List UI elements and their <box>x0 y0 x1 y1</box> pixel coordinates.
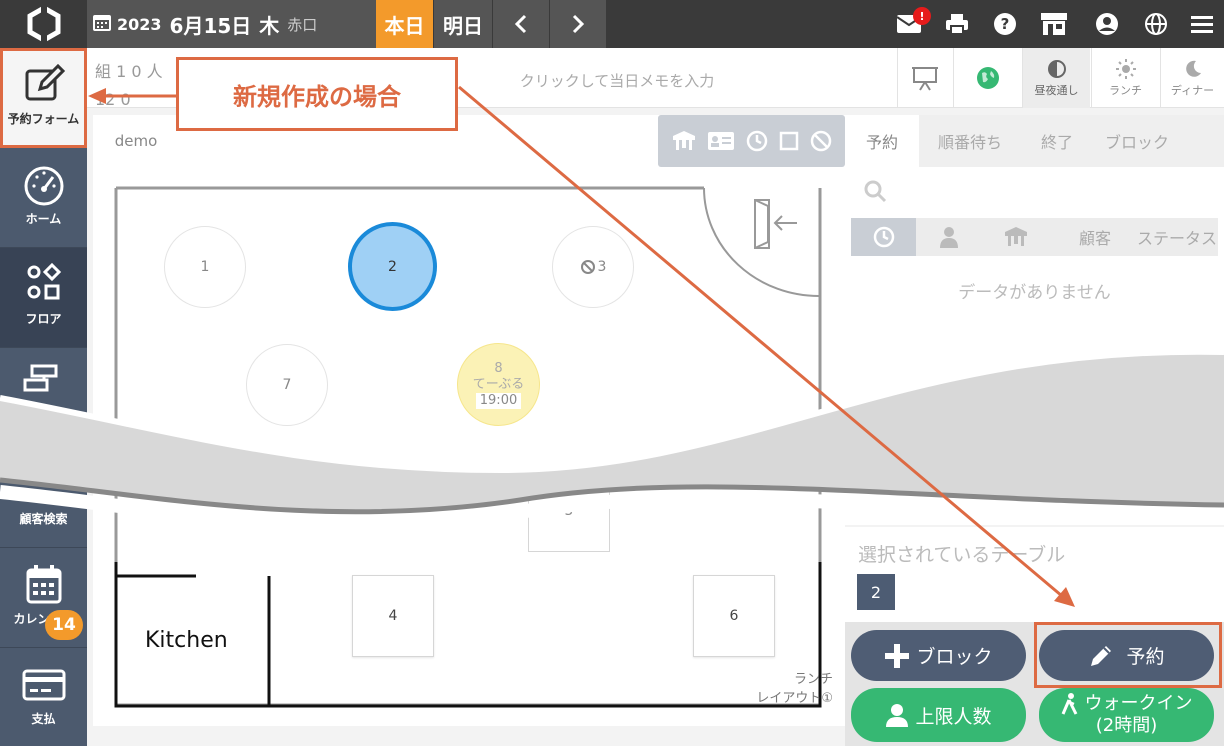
person-icon <box>939 227 958 248</box>
square-icon[interactable] <box>779 131 799 151</box>
selected-table-title: 選択されているテーブル <box>858 544 1066 566</box>
next-day-button[interactable] <box>550 0 606 48</box>
floor-filter-icons <box>658 115 845 167</box>
store-icon[interactable] <box>1040 10 1068 38</box>
printer-icon[interactable] <box>943 10 971 38</box>
prev-day-button[interactable] <box>493 0 549 48</box>
table-icon <box>1005 227 1027 246</box>
payment-count-badge: 14 <box>45 610 83 640</box>
tab-waitlist[interactable]: 順番待ち <box>923 115 1017 167</box>
person-icon <box>886 704 909 727</box>
search-icon <box>864 180 887 203</box>
globe-green-icon <box>976 67 999 89</box>
presentation-board-icon <box>912 67 938 91</box>
sidebar-item-floor[interactable]: フロア <box>0 248 87 348</box>
presentation-mode-button[interactable] <box>897 48 952 108</box>
capacity-limit-button[interactable]: 上限人数 <box>851 688 1026 742</box>
table-icon[interactable] <box>672 130 696 152</box>
sidebar-item-label: 予約フォーム <box>7 112 80 126</box>
tab-finished[interactable]: 終了 <box>1021 115 1093 167</box>
sort-by-time[interactable] <box>851 218 916 256</box>
add-block-button[interactable]: ブロック <box>851 630 1026 681</box>
globe-icon[interactable] <box>1142 10 1170 38</box>
mail-badge: ! <box>913 7 931 25</box>
edit-icon <box>25 63 66 101</box>
empty-list-message: データがありません <box>958 283 1111 303</box>
kitchen-label: Kitchen <box>145 628 228 653</box>
annotation-callout: 新規作成の場合 <box>176 57 458 131</box>
clock-icon <box>873 226 894 248</box>
timeline-icon <box>23 364 58 392</box>
calendar-icon <box>93 13 111 35</box>
table-6[interactable]: 6 <box>693 575 775 657</box>
sort-by-status[interactable]: ステータス <box>1136 218 1218 256</box>
menu-icon[interactable] <box>1188 10 1216 38</box>
sidebar-item-home[interactable]: ホーム <box>0 148 87 248</box>
mode-all-day-button[interactable]: 昼夜通し <box>1022 48 1090 108</box>
sidebar-item-timeline[interactable] <box>0 348 87 448</box>
sun-icon <box>1115 58 1136 79</box>
reserve-button-highlight <box>1034 622 1222 688</box>
credit-card-icon <box>22 669 66 701</box>
app-logo[interactable] <box>0 0 87 48</box>
mode-lunch-button[interactable]: ランチ <box>1091 48 1159 108</box>
moon-icon <box>1185 60 1201 77</box>
sort-by-people[interactable] <box>916 218 981 256</box>
list-tabs: 予約 順番待ち 終了 ブロック <box>845 115 1224 167</box>
table-3-blocked[interactable]: 3 <box>552 226 634 308</box>
table-7[interactable]: 7 <box>246 344 328 426</box>
tab-block[interactable]: ブロック <box>1097 115 1177 167</box>
today-button[interactable]: 本日 <box>376 0 433 48</box>
floor-shapes-icon <box>27 262 62 300</box>
world-view-button[interactable] <box>953 48 1021 108</box>
chevron-right-icon <box>572 14 585 34</box>
dashboard-gauge-icon <box>24 166 64 206</box>
date-year: 2023 <box>117 14 162 34</box>
date-month-day: 6月15日 <box>169 13 252 38</box>
user-account-icon[interactable] <box>1093 10 1121 38</box>
sort-by-table[interactable] <box>981 218 1051 256</box>
table-4[interactable]: 4 <box>352 575 434 657</box>
tomorrow-button[interactable]: 明日 <box>433 0 492 48</box>
ban-icon <box>580 260 595 274</box>
tab-reservations[interactable]: 予約 <box>845 115 919 167</box>
selected-table-chip[interactable]: 2 <box>857 574 895 610</box>
sidebar: 予約フォーム ホーム フロア 顧客検索 カレンダー 支払 <box>0 48 87 746</box>
sidebar-item-label: 顧客検索 <box>19 512 68 526</box>
sidebar-item-label: 支払 <box>31 712 56 726</box>
id-card-icon[interactable] <box>707 131 735 151</box>
clock-icon[interactable] <box>746 130 768 152</box>
customer-search-icon <box>22 462 66 506</box>
list-search-input[interactable] <box>851 171 1218 211</box>
table-8-reserved[interactable]: 8 てーぶる 19:00 <box>457 343 540 426</box>
sidebar-item-reservation-form[interactable]: 予約フォーム <box>0 48 87 148</box>
list-header: 顧客 ステータス <box>851 218 1218 256</box>
top-bar: 2023 6月15日 木 赤口 本日 明日 ! ? <box>0 0 1224 48</box>
ban-icon[interactable] <box>810 130 832 152</box>
table-5[interactable]: 5 <box>528 470 610 552</box>
reservation-count: 組 1 0 人 12 0 <box>95 62 163 109</box>
plus-icon <box>885 643 910 668</box>
sidebar-item-label: フロア <box>25 312 62 326</box>
walking-person-icon <box>1061 693 1077 715</box>
sidebar-item-label: ホーム <box>25 212 62 226</box>
walk-in-button[interactable]: ウォークイン (2時間) <box>1039 688 1214 742</box>
svg-text:?: ? <box>1001 15 1010 33</box>
sidebar-item-customer-search[interactable]: 顧客検索 <box>0 448 87 548</box>
table-1[interactable]: 1 <box>164 226 246 308</box>
exit-door-icon <box>754 199 797 249</box>
floor-tab-demo[interactable]: demo <box>97 115 175 167</box>
date-selector[interactable]: 2023 6月15日 木 赤口 <box>87 0 376 48</box>
date-weekday: 木 <box>259 13 280 38</box>
date-rokuyo: 赤口 <box>287 15 318 34</box>
calendar-icon <box>26 565 62 604</box>
help-icon[interactable]: ? <box>991 10 1019 38</box>
layout-caption: ランチ レイアウト① <box>756 672 833 706</box>
chevron-left-icon <box>514 14 527 34</box>
table-2-selected[interactable]: 2 <box>348 222 437 311</box>
mode-dinner-button[interactable]: ディナー <box>1160 48 1224 108</box>
half-circle-icon <box>1047 59 1066 78</box>
sidebar-item-payment[interactable]: 支払 <box>0 648 87 746</box>
sort-by-customer[interactable]: 顧客 <box>1069 218 1121 256</box>
